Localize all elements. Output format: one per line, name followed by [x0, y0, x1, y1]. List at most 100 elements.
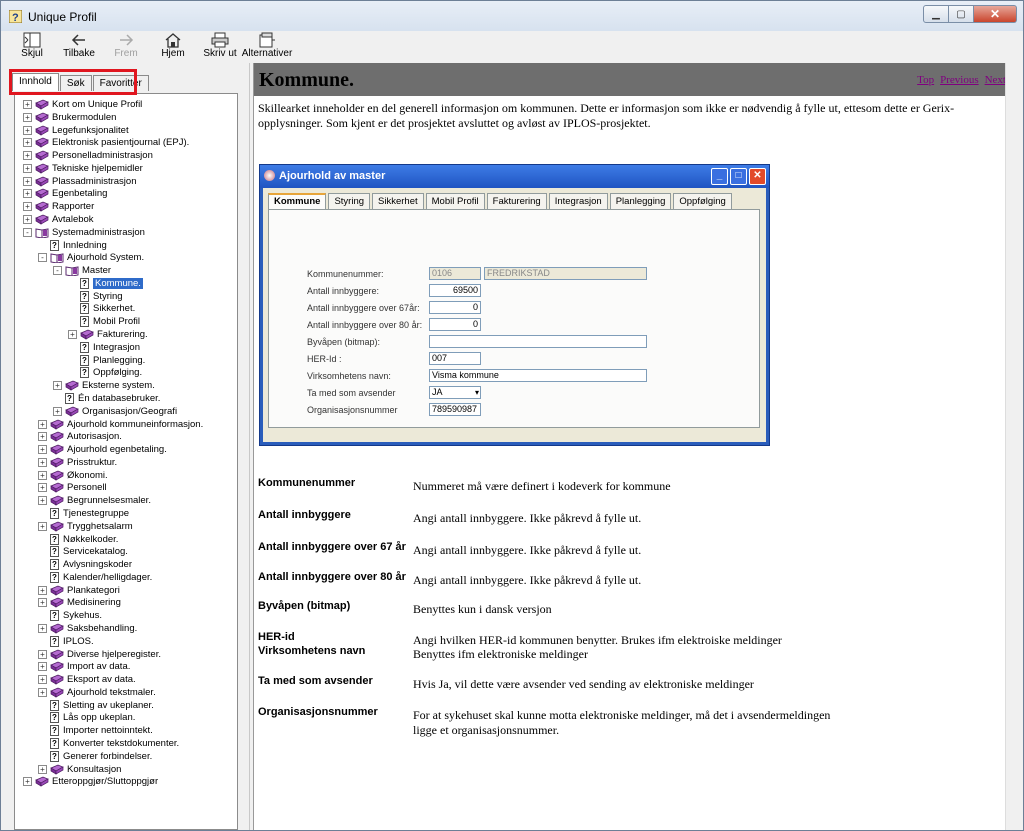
options-button[interactable]: Alternativer [242, 31, 292, 63]
tree-item[interactable]: ? Tjenestegruppe [38, 507, 129, 520]
tree-item[interactable]: + Autorisasjon. [38, 430, 122, 443]
tree-item[interactable]: ? Sykehus. [38, 609, 102, 622]
tree-item[interactable]: ? Integrasjon [68, 341, 140, 354]
expand-icon[interactable]: + [23, 125, 32, 135]
expand-icon[interactable]: + [38, 521, 47, 531]
expand-icon[interactable]: + [38, 419, 47, 429]
tree-item[interactable]: + Brukermodulen [23, 111, 116, 124]
expand-icon[interactable]: + [38, 623, 47, 633]
tree-item[interactable]: + Eksterne system. [53, 379, 155, 392]
print-button[interactable]: Skriv ut [203, 31, 237, 63]
expand-icon[interactable]: + [38, 675, 47, 685]
link-top[interactable]: Top [917, 74, 934, 86]
tree-item[interactable]: + Legefunksjonalitet [23, 124, 129, 137]
expand-icon[interactable]: + [23, 151, 32, 161]
link-next[interactable]: Next [985, 74, 1006, 86]
tree-item[interactable]: ? Avlysningskoder [38, 558, 132, 571]
tree-item[interactable]: + Eksport av data. [38, 673, 136, 686]
tree-item[interactable]: + Tekniske hjelpemidler [23, 162, 143, 175]
tree-item[interactable]: + Plassadministrasjon [23, 175, 136, 188]
expand-icon[interactable]: + [38, 764, 47, 774]
tree-item[interactable]: - Ajourhold System. [38, 251, 144, 264]
expand-icon[interactable]: + [23, 176, 32, 186]
expand-icon[interactable]: + [23, 100, 32, 109]
tree-item[interactable]: ? Lås opp ukeplan. [38, 711, 135, 724]
expand-icon[interactable]: + [38, 687, 47, 697]
tree-item[interactable]: + Egenbetaling [23, 187, 107, 200]
tree-item[interactable]: ? Kommune. [68, 277, 143, 290]
tree-item[interactable]: ? Kalender/helligdager. [38, 571, 152, 584]
tree-item[interactable]: ? Sletting av ukeplaner. [38, 699, 154, 712]
tree-item[interactable]: + Konsultasjon [38, 763, 121, 776]
expand-icon[interactable]: + [23, 189, 32, 199]
tree-item[interactable]: + Plankategori [38, 584, 120, 597]
home-button[interactable]: Hjem [156, 31, 190, 63]
expand-icon[interactable]: + [23, 777, 32, 787]
tree-item[interactable]: + Ajourhold tekstmaler. [38, 686, 156, 699]
tree-item[interactable]: ? Generer forbindelser. [38, 750, 152, 763]
tree-item[interactable]: + Diverse hjelperegister. [38, 648, 161, 661]
tree-item[interactable]: + Organisasjon/Geografi [53, 405, 177, 418]
expand-icon[interactable]: + [23, 215, 32, 225]
tree-item[interactable]: + Personell [38, 481, 107, 494]
tree-item[interactable]: ? Planlegging. [68, 354, 145, 367]
tree-item[interactable]: + Økonomi. [38, 469, 108, 482]
tree-item[interactable]: ? Sikkerhet. [68, 302, 135, 315]
expand-icon[interactable]: + [38, 598, 47, 608]
expand-icon[interactable]: + [53, 406, 62, 416]
forward-button[interactable]: Frem [109, 31, 143, 63]
tree-item[interactable]: + Kort om Unique Profil [23, 98, 142, 111]
hide-button[interactable]: Skjul [15, 31, 49, 63]
tree-item[interactable]: + Import av data. [38, 660, 130, 673]
tree-item[interactable]: + Personelladministrasjon [23, 149, 153, 162]
tree-item[interactable]: ? Innledning [38, 239, 107, 252]
expand-icon[interactable]: + [38, 585, 47, 595]
expand-icon[interactable]: + [38, 662, 47, 672]
tree-item[interactable]: + Rapporter [23, 200, 94, 213]
tree-item[interactable]: + Saksbehandling. [38, 622, 137, 635]
link-previous[interactable]: Previous [940, 74, 979, 86]
tree-item[interactable]: + Avtalebok [23, 213, 94, 226]
tree-item[interactable]: ? Mobil Profil [68, 315, 140, 328]
tree-item[interactable]: - Master [53, 264, 111, 277]
expand-icon[interactable]: + [38, 496, 47, 506]
tree-item[interactable]: ? Oppfølging. [68, 366, 142, 379]
expand-icon[interactable]: + [38, 445, 47, 455]
collapse-icon[interactable]: - [38, 253, 47, 263]
expand-icon[interactable]: + [38, 649, 47, 659]
expand-icon[interactable]: + [38, 432, 47, 442]
expand-icon[interactable]: + [38, 457, 47, 467]
tree-item[interactable]: ? Importer nettoinntekt. [38, 724, 153, 737]
tree-item[interactable]: ? Styring [68, 290, 123, 303]
tree-item[interactable]: + Begrunnelsesmaler. [38, 494, 151, 507]
tree-item[interactable]: + Fakturering. [68, 328, 148, 341]
expand-icon[interactable]: + [23, 202, 32, 212]
tree-item[interactable]: ? Servicekatalog. [38, 545, 128, 558]
tree-item[interactable]: + Ajourhold egenbetaling. [38, 443, 167, 456]
expand-icon[interactable]: + [68, 330, 77, 340]
expand-icon[interactable]: + [38, 483, 47, 493]
tree-item[interactable]: + Etteroppgjør/Sluttoppgjør [23, 775, 158, 788]
tree-item[interactable]: + Trygghetsalarm [38, 520, 133, 533]
tree-item[interactable]: + Ajourhold kommuneinformasjon. [38, 418, 203, 431]
collapse-icon[interactable]: - [23, 227, 32, 237]
expand-icon[interactable]: + [23, 138, 32, 148]
back-button[interactable]: Tilbake [62, 31, 96, 63]
collapse-icon[interactable]: - [53, 266, 62, 276]
expand-icon[interactable]: + [38, 470, 47, 480]
title-bar[interactable]: ? Unique Profil ▁ ▢ ✕ [1, 1, 1023, 31]
tree-item[interactable]: + Prisstruktur. [38, 456, 117, 469]
tree-item[interactable]: + Medisinering [38, 596, 121, 609]
close-button[interactable]: ✕ [974, 5, 1017, 23]
tree-item[interactable]: ? Konverter tekstdokumenter. [38, 737, 179, 750]
expand-icon[interactable]: + [53, 381, 62, 391]
tree-item[interactable]: ? Én databasebruker. [53, 392, 160, 405]
tree-item[interactable]: ? IPLOS. [38, 635, 94, 648]
tree-item[interactable]: + Elektronisk pasientjournal (EPJ). [23, 136, 189, 149]
maximize-button[interactable]: ▢ [949, 5, 974, 23]
contents-tree[interactable]: + Kort om Unique Profil + Brukermodulen + Leg… [14, 93, 238, 830]
tree-item[interactable]: - Systemadministrasjon [23, 226, 145, 239]
vertical-scrollbar[interactable] [1005, 63, 1023, 830]
tree-item[interactable]: ? Nøkkelkoder. [38, 533, 118, 546]
expand-icon[interactable]: + [23, 163, 32, 173]
